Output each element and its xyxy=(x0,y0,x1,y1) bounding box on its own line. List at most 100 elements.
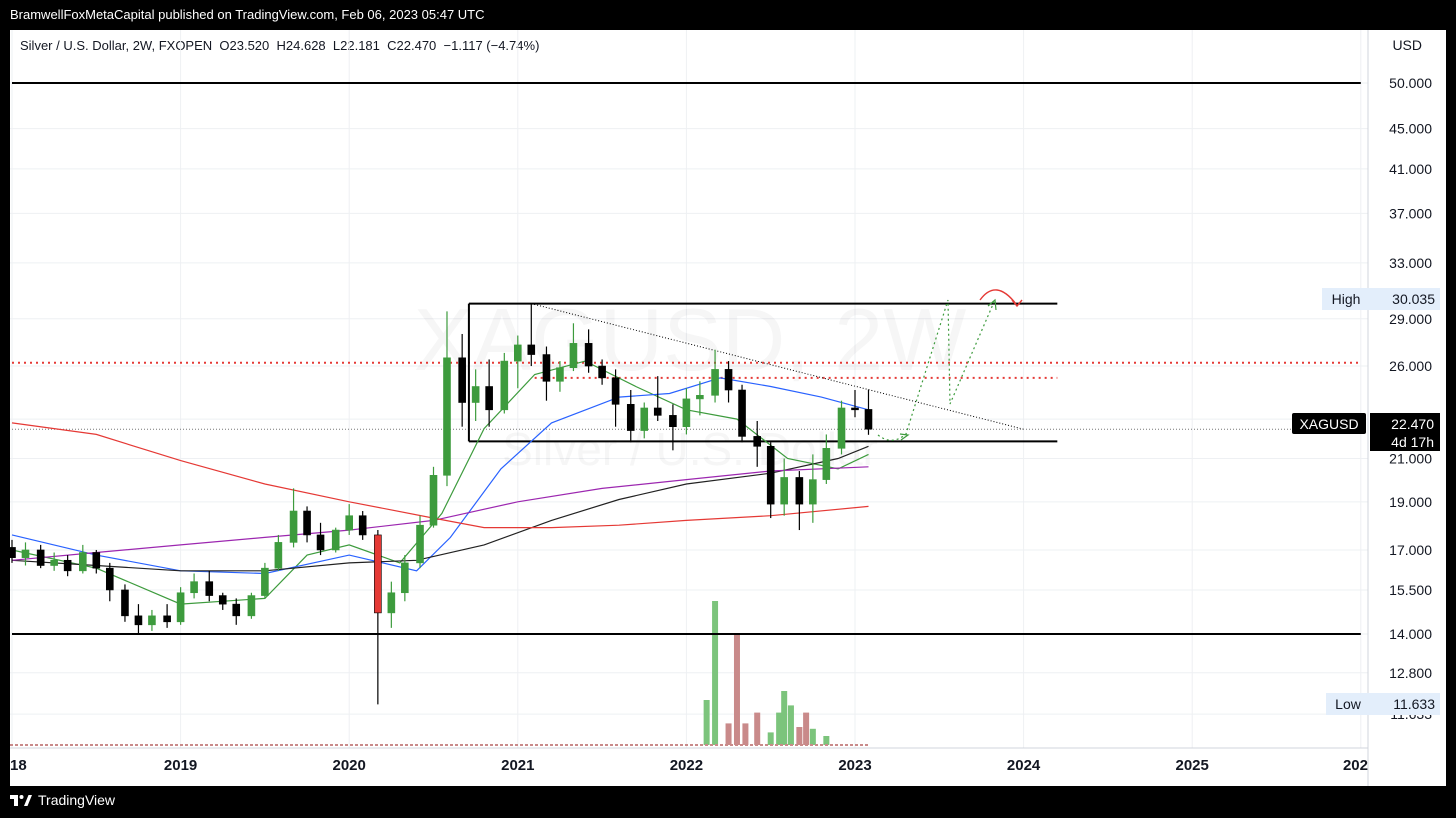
volume-bar xyxy=(712,601,719,745)
candle-body xyxy=(822,448,831,480)
candle-body xyxy=(611,377,620,405)
candle-body xyxy=(711,369,719,396)
candle-body xyxy=(851,407,859,411)
time-tick-label: 2019 xyxy=(164,757,197,774)
candle-body xyxy=(542,354,551,382)
time-tick-label: 2023 xyxy=(838,757,871,774)
price-tick-label: 21.000 xyxy=(1389,450,1432,466)
candle-body xyxy=(303,510,311,536)
low-label-text: Low xyxy=(1335,696,1362,712)
symbol-tag-text: XAGUSD xyxy=(1299,416,1358,432)
high-label: High 30.035 xyxy=(1322,288,1440,310)
candle-body xyxy=(864,409,873,430)
projection-arrow-green xyxy=(987,298,997,311)
volume-bar xyxy=(823,736,830,745)
candle-body xyxy=(358,515,367,536)
price-axis[interactable]: 50.000 45.000 41.000 37.000 33.000 29.000 26.0… xyxy=(1389,75,1432,722)
candle-body xyxy=(669,415,677,428)
price-tick-label: 29.000 xyxy=(1389,311,1432,327)
low-label-value: 11.633 xyxy=(1393,696,1435,712)
time-tick-label: 2022 xyxy=(670,757,703,774)
candle-body xyxy=(63,559,72,572)
volume-bar xyxy=(787,705,794,745)
price-chart[interactable]: XAGUSD, 2W Silver / U.S. Dollar 50.000 45… xyxy=(0,0,1456,818)
candle-body xyxy=(640,407,649,431)
candle-body xyxy=(121,589,129,617)
time-tick-label: 2025 xyxy=(1176,757,1209,774)
candle-body xyxy=(485,386,493,411)
price-tick-label: 15.500 xyxy=(1389,582,1432,598)
time-tick-label: 202 xyxy=(1343,757,1368,774)
candle-body xyxy=(401,562,409,594)
countdown-text: 4d 17h xyxy=(1391,434,1434,450)
price-tick-label: 12.800 xyxy=(1389,665,1432,681)
candle-body xyxy=(21,549,30,558)
price-tick-label: 26.000 xyxy=(1389,358,1432,374)
candle-body xyxy=(148,615,156,626)
candle-body xyxy=(218,595,227,605)
candle-body xyxy=(163,615,171,623)
volume-bar xyxy=(796,727,803,745)
candle-body xyxy=(738,389,746,437)
time-tick-label: 2021 xyxy=(501,757,534,774)
price-tick-label: 45.000 xyxy=(1389,121,1432,137)
candle-body xyxy=(682,398,691,428)
price-tick-label: 33.000 xyxy=(1389,255,1432,271)
candle-body xyxy=(79,552,87,572)
candle-body xyxy=(753,436,762,447)
volume-bar xyxy=(781,691,788,745)
candle-body xyxy=(458,357,466,403)
candle-body xyxy=(247,595,256,617)
tradingview-brand: TradingView xyxy=(38,792,116,808)
price-tick-label: 50.000 xyxy=(1389,75,1432,91)
candle-body xyxy=(50,559,58,566)
candle-body xyxy=(345,515,354,531)
price-tick-label: 37.000 xyxy=(1389,205,1432,221)
volume-bar xyxy=(742,723,749,745)
candle-body xyxy=(374,534,382,614)
low-label: Low 11.633 xyxy=(1326,693,1440,715)
candle-body xyxy=(105,567,114,591)
watermark-symbol: XAGUSD, 2W xyxy=(414,290,967,389)
candle-body xyxy=(569,343,578,369)
tradingview-logo-icon xyxy=(10,795,32,806)
candle-body xyxy=(92,552,101,569)
candle-body xyxy=(556,367,564,382)
high-label-text: High xyxy=(1332,291,1361,307)
moving-average-line xyxy=(11,466,869,561)
candle-body xyxy=(261,567,269,596)
volume-bar xyxy=(725,723,732,745)
candle-body xyxy=(289,510,298,543)
candle-body xyxy=(429,475,438,526)
high-label-value: 30.035 xyxy=(1392,291,1435,307)
candle-body xyxy=(416,524,424,564)
price-tick-label: 19.000 xyxy=(1389,494,1432,510)
candle-body xyxy=(274,542,283,569)
volume-bar xyxy=(803,712,810,745)
time-axis[interactable]: 18 2019 2020 2021 2022 2023 2024 2025 202 xyxy=(10,757,1368,774)
price-tick-label: 41.000 xyxy=(1389,161,1432,177)
candle-body xyxy=(316,534,325,551)
candle-body xyxy=(134,615,143,626)
candle-body xyxy=(500,360,509,411)
volume-bar xyxy=(733,633,740,745)
volume-bar xyxy=(754,712,761,745)
candle-body xyxy=(36,549,45,566)
tradingview-logo[interactable]: TradingView xyxy=(10,792,115,808)
candle-body xyxy=(598,365,606,379)
candle-body xyxy=(176,592,185,623)
candle-body xyxy=(232,603,241,617)
candle-body xyxy=(724,369,733,391)
candle-body xyxy=(837,407,846,449)
candle-body xyxy=(443,357,451,476)
time-tick-label: 2024 xyxy=(1007,757,1041,774)
watermark-description: Silver / U.S. Dollar xyxy=(502,423,878,475)
price-tick-label: 17.000 xyxy=(1389,542,1432,558)
time-tick-label: 2020 xyxy=(333,757,366,774)
candle-body xyxy=(205,581,214,596)
volume-bar xyxy=(809,728,816,745)
volume-bar xyxy=(703,700,710,745)
footer-bar: TradingView xyxy=(0,786,1456,818)
candle-body xyxy=(331,529,340,551)
volume-bar xyxy=(767,732,774,745)
